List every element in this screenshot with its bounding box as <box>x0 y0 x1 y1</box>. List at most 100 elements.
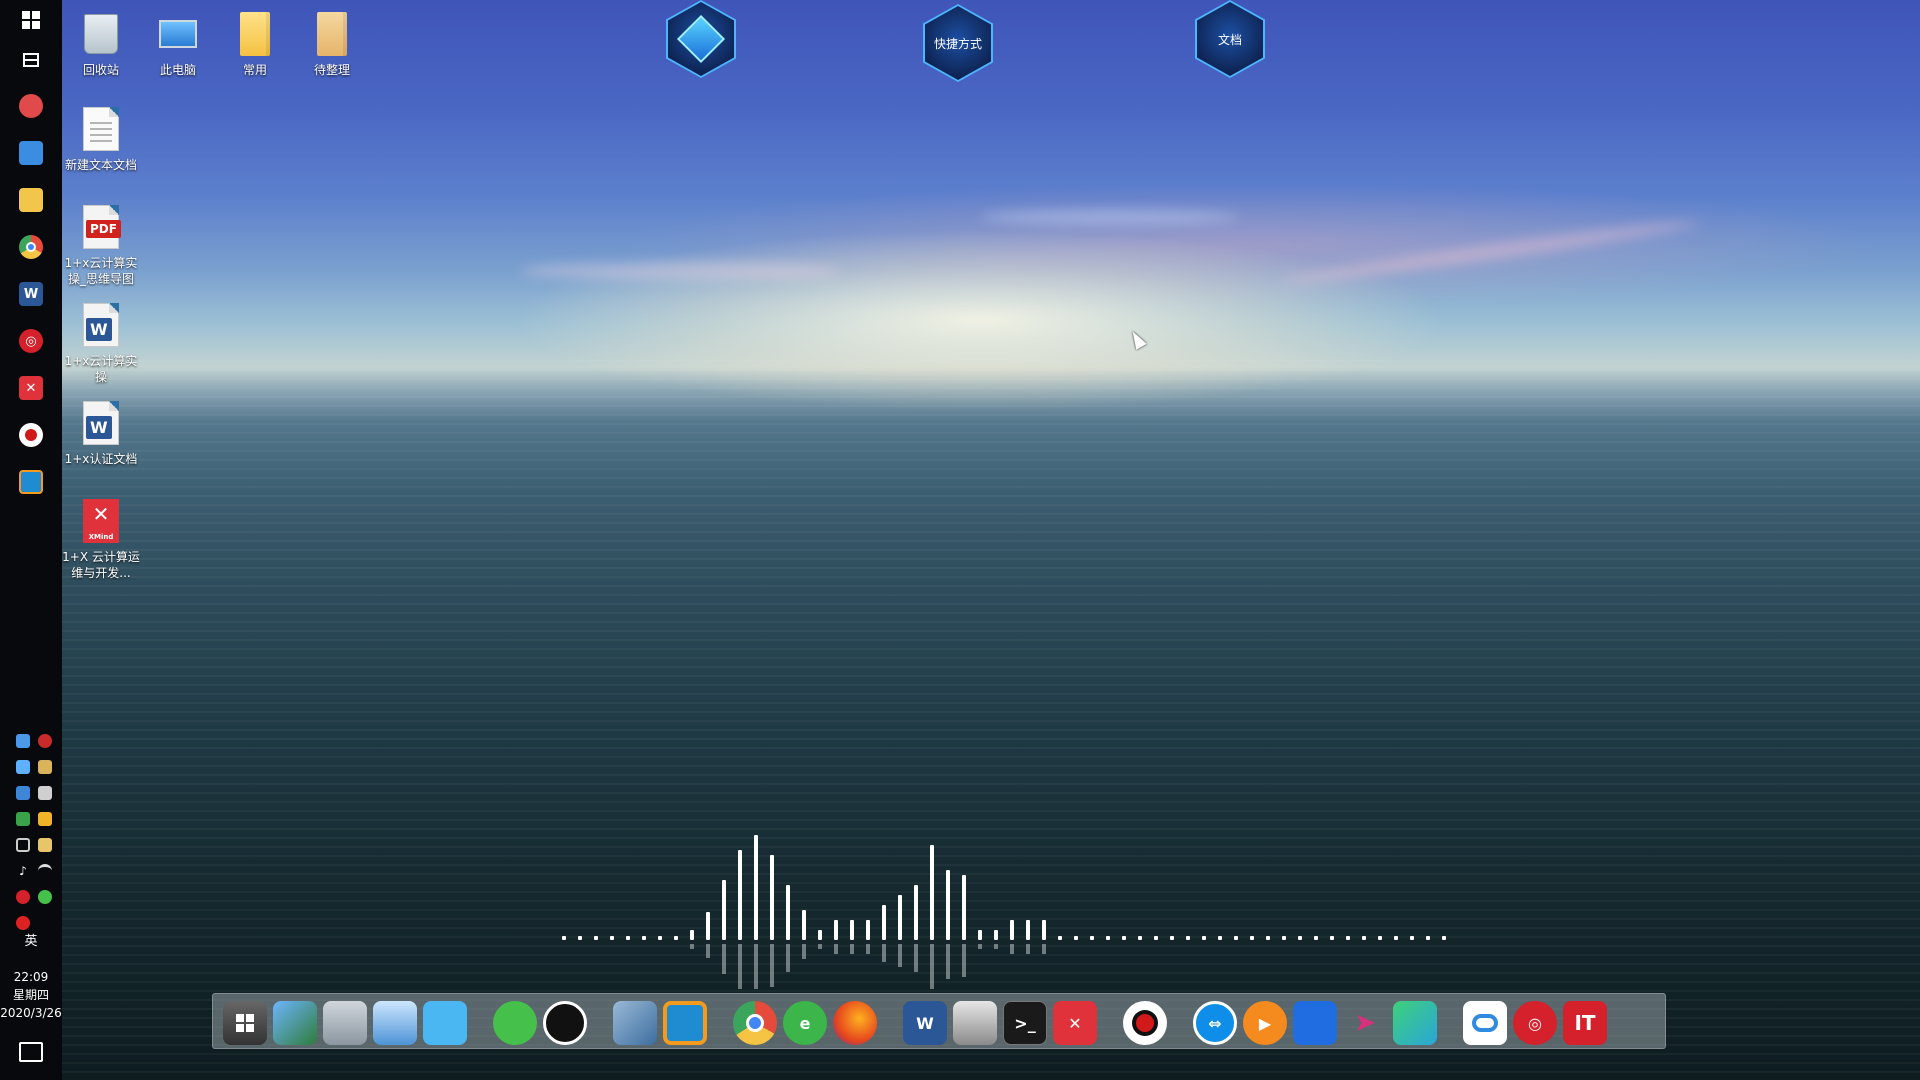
desktop-icon-pdf[interactable]: PDF 1+x云计算实操_思维导图 <box>62 203 140 287</box>
screen-recorder-icon[interactable] <box>11 415 51 455</box>
ithome-icon[interactable]: IT <box>1563 1001 1607 1045</box>
start-menu-icon[interactable] <box>223 1001 267 1045</box>
tray-copy-icon[interactable] <box>16 838 30 852</box>
tray-folder-icon[interactable] <box>38 838 52 852</box>
text-document-icon <box>79 105 123 153</box>
computer-app-icon[interactable] <box>11 133 51 173</box>
qq-icon[interactable] <box>543 1001 587 1045</box>
visualizer-reflection <box>834 944 838 954</box>
desktop-icon-label: 新建文本文档 <box>64 158 137 172</box>
system-tray: ♪ <box>12 732 56 932</box>
volume-icon[interactable]: ♪ <box>16 864 30 878</box>
desktop-icon-recycle-bin[interactable]: 回收站 <box>62 10 140 78</box>
visualizer-bar <box>674 936 678 940</box>
vmware-icon[interactable] <box>663 1001 707 1045</box>
desktop-icon-label: 1+x云计算实操 <box>64 354 138 384</box>
firefox-icon[interactable] <box>833 1001 877 1045</box>
visualizer-bar <box>706 912 710 940</box>
media-player-icon[interactable]: ▶ <box>1243 1001 1287 1045</box>
file-explorer-icon[interactable] <box>11 180 51 220</box>
visualizer-bar <box>1026 920 1030 940</box>
tray-device-icon[interactable] <box>38 786 52 800</box>
word-icon[interactable]: W <box>903 1001 947 1045</box>
left-taskbar: W ◎ ✕ ♪ 英 22:09 星期四 2020/3/26 <box>0 0 62 1080</box>
visualizer-bar <box>1442 936 1446 940</box>
visualizer-reflection <box>882 944 886 962</box>
sublime-icon[interactable] <box>1393 1001 1437 1045</box>
wechat-icon[interactable] <box>493 1001 537 1045</box>
desktop-icon-this-pc[interactable]: 此电脑 <box>139 10 217 78</box>
desktop-icon-common-folder[interactable]: 常用 <box>216 10 294 78</box>
visualizer-reflection <box>818 944 822 949</box>
xmind-icon[interactable]: ✕ <box>11 368 51 408</box>
tray-chat-icon[interactable] <box>16 786 30 800</box>
my-computer-icon[interactable] <box>373 1001 417 1045</box>
visualizer-bar <box>994 930 998 940</box>
visualizer-bar <box>882 905 886 940</box>
notification-center-icon[interactable] <box>19 1042 43 1062</box>
desktop-icon-xmind[interactable]: ✕ XMind 1+X 云计算运维与开发... <box>62 497 140 581</box>
visualizer-bar <box>1362 936 1366 940</box>
visualizer-reflection <box>738 944 742 989</box>
diamond-logo-icon <box>676 14 726 64</box>
bottom-dock: e W >_ ✕ ⇔ ▶ ➤ ◎ IT <box>212 993 1666 1049</box>
tray-tool-icon[interactable] <box>38 760 52 774</box>
chrome-icon[interactable] <box>11 227 51 267</box>
clock-time: 22:09 <box>13 970 49 984</box>
chrome-icon[interactable] <box>733 1001 777 1045</box>
visualizer-bar <box>642 936 646 940</box>
word-icon[interactable]: W <box>11 274 51 314</box>
visualizer-bar <box>818 930 822 940</box>
ie-browser-icon[interactable]: e <box>783 1001 827 1045</box>
terminal-icon[interactable]: >_ <box>1003 1001 1047 1045</box>
network-tool-icon[interactable] <box>613 1001 657 1045</box>
cat-app-icon[interactable] <box>423 1001 467 1045</box>
word-file-icon: W <box>79 301 123 349</box>
system-monitor-icon[interactable] <box>323 1001 367 1045</box>
visualizer-reflection <box>850 944 854 954</box>
visualizer-bar <box>850 920 854 940</box>
desktop-icon-new-text[interactable]: 新建文本文档 <box>62 105 140 173</box>
virtual-machine-icon[interactable] <box>11 462 51 502</box>
task-view-icon[interactable] <box>11 40 51 80</box>
tray-record-icon[interactable] <box>38 734 52 748</box>
network-globe-icon[interactable] <box>273 1001 317 1045</box>
visualizer-reflection <box>754 944 758 989</box>
visualizer-reflection <box>786 944 790 972</box>
tray-netease-icon[interactable] <box>16 890 30 904</box>
send-icon[interactable]: ➤ <box>1343 1001 1387 1045</box>
visualizer-bar <box>594 936 598 940</box>
visualizer-bar <box>1122 936 1126 940</box>
tray-window-icon[interactable] <box>16 760 30 774</box>
record-icon[interactable] <box>1123 1001 1167 1045</box>
tray-app-icon[interactable] <box>16 734 30 748</box>
netease-music-icon[interactable]: ◎ <box>11 321 51 361</box>
desktop-icon-word-cert[interactable]: W 1+x认证文档 <box>62 399 140 467</box>
netease-music-icon[interactable]: ◎ <box>1513 1001 1557 1045</box>
input-language-indicator[interactable]: 英 <box>0 930 62 949</box>
baidu-netdisk-icon[interactable] <box>1463 1001 1507 1045</box>
desktop-icon-todo-folder[interactable]: 待整理 <box>293 10 371 78</box>
tray-wechat-icon[interactable] <box>38 890 52 904</box>
desktop-icon-word-practice[interactable]: W 1+x云计算实操 <box>62 301 140 385</box>
tray-nvidia-icon[interactable] <box>16 812 30 826</box>
visualizer-reflection <box>994 944 998 949</box>
windows-logo-icon[interactable] <box>11 0 51 40</box>
paint-app-icon[interactable] <box>11 86 51 126</box>
wallpaper-cloud <box>520 262 840 280</box>
xmind-icon[interactable]: ✕ <box>1053 1001 1097 1045</box>
taskbar-clock[interactable]: 22:09 星期四 2020/3/26 <box>0 968 62 1022</box>
cloud-icon[interactable] <box>1293 1001 1337 1045</box>
tray-qq-icon[interactable] <box>16 916 30 930</box>
visualizer-reflection <box>898 944 902 967</box>
visualizer-bar <box>914 885 918 940</box>
visualizer-bar <box>786 885 790 940</box>
xmind-badge: XMind <box>88 533 114 541</box>
disk-manager-icon[interactable] <box>953 1001 997 1045</box>
tray-shield-icon[interactable] <box>38 812 52 826</box>
teamviewer-icon[interactable]: ⇔ <box>1193 1001 1237 1045</box>
wallpaper-cloud <box>1281 215 1699 289</box>
visualizer-reflection <box>978 944 982 949</box>
wifi-icon[interactable] <box>38 864 52 878</box>
desktop-icon-label: 1+x云计算实操_思维导图 <box>64 256 138 286</box>
